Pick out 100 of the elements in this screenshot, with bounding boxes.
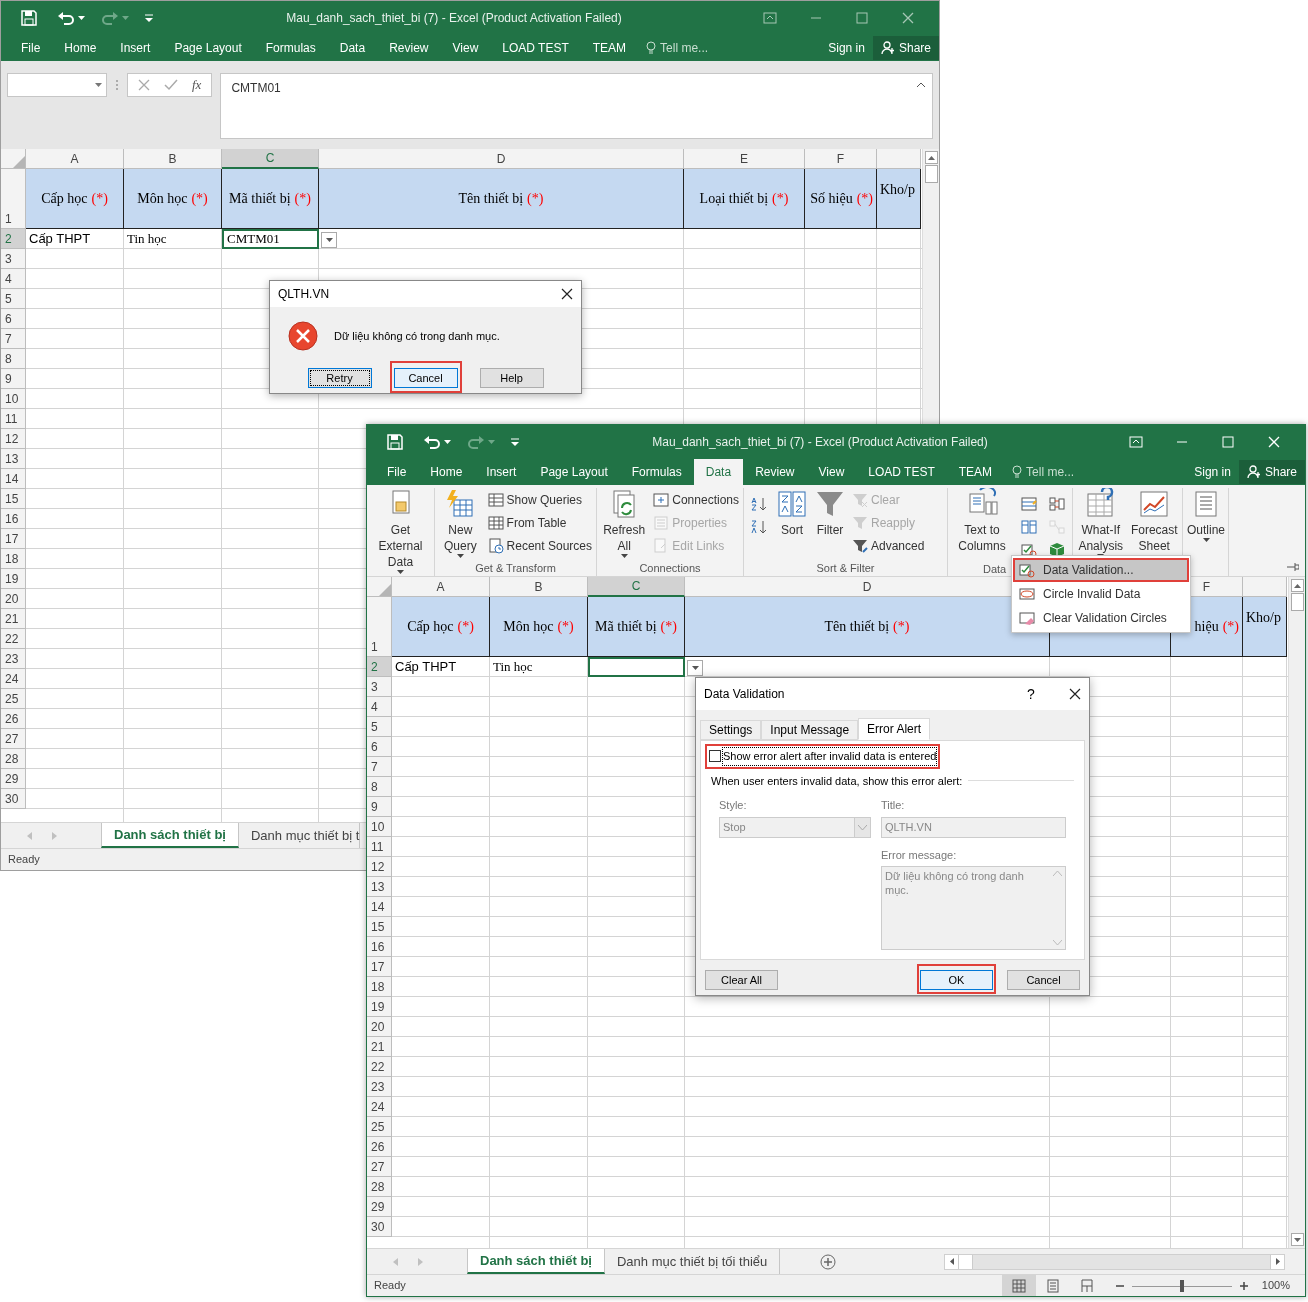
row-number[interactable]: 18 bbox=[367, 977, 392, 997]
pin-button[interactable] bbox=[1287, 562, 1299, 572]
column-header[interactable]: A bbox=[436, 577, 445, 596]
ribbon-button[interactable]: Text to Columns bbox=[950, 488, 1014, 554]
ribbon-button[interactable]: Outline bbox=[1185, 488, 1228, 542]
scroll-down-button[interactable] bbox=[1290, 1233, 1304, 1246]
scrollbar-thumb[interactable] bbox=[1290, 593, 1304, 611]
ribbon-tab[interactable]: Review bbox=[377, 35, 441, 61]
ribbon-button[interactable]: Sort bbox=[774, 488, 810, 538]
row-number[interactable]: 15 bbox=[367, 917, 392, 937]
row-number[interactable]: 20 bbox=[1, 589, 26, 609]
scroll-up-button[interactable] bbox=[924, 151, 938, 164]
row-number[interactable]: 23 bbox=[1, 649, 26, 669]
column-header[interactable]: B bbox=[168, 149, 177, 168]
row-number[interactable]: 2 bbox=[367, 657, 392, 677]
previous-sheet-button[interactable] bbox=[27, 831, 32, 840]
column-header[interactable]: C bbox=[265, 149, 275, 167]
column-header[interactable]: C bbox=[631, 577, 641, 595]
row-number[interactable]: 12 bbox=[367, 857, 392, 877]
row-number[interactable]: 4 bbox=[1, 269, 26, 289]
row-number[interactable]: 8 bbox=[1, 349, 26, 369]
ribbon-button[interactable]: Show Queries bbox=[485, 488, 594, 511]
dialog-button[interactable]: Retry bbox=[307, 368, 372, 389]
row-number[interactable]: 28 bbox=[367, 1177, 392, 1197]
ribbon-tab[interactable]: Home bbox=[52, 35, 109, 61]
row-number[interactable]: 17 bbox=[1, 529, 26, 549]
ribbon-button[interactable]: Connections bbox=[651, 488, 741, 511]
row-number[interactable]: 29 bbox=[1, 769, 26, 789]
scrollbar-thumb[interactable] bbox=[924, 165, 938, 183]
row-number[interactable]: 27 bbox=[1, 729, 26, 749]
row-number[interactable]: 5 bbox=[367, 717, 392, 737]
name-box[interactable] bbox=[7, 73, 107, 97]
close-button[interactable] bbox=[1069, 688, 1081, 700]
row-number[interactable]: 30 bbox=[1, 789, 26, 809]
row-number[interactable]: 28 bbox=[1, 749, 26, 769]
cancel-entry-button[interactable] bbox=[138, 79, 150, 91]
help-button[interactable]: ? bbox=[1021, 683, 1041, 705]
zoom-slider[interactable] bbox=[1131, 1279, 1232, 1292]
ribbon-tab[interactable]: Page Layout bbox=[162, 35, 254, 61]
dialog-button[interactable]: Cancel bbox=[1007, 970, 1080, 991]
ribbon-tab[interactable]: File bbox=[375, 459, 419, 485]
table-cell[interactable]: Cấp THPT bbox=[392, 657, 490, 677]
ribbon-tab[interactable]: Page Layout bbox=[528, 459, 620, 485]
formula-field[interactable]: CMTM01 bbox=[220, 73, 933, 139]
ribbon-tab[interactable]: TEAM bbox=[580, 35, 639, 61]
row-number[interactable]: 8 bbox=[367, 777, 392, 797]
row-number[interactable]: 3 bbox=[1, 249, 26, 269]
row-number[interactable]: 13 bbox=[1, 449, 26, 469]
row-number[interactable]: 10 bbox=[367, 817, 392, 837]
ribbon-tab[interactable]: Formulas bbox=[619, 459, 694, 485]
row-number[interactable]: 11 bbox=[1, 409, 26, 429]
row-number[interactable]: 21 bbox=[1, 609, 26, 629]
tell-me-field[interactable]: Tell me... bbox=[1004, 459, 1083, 485]
insert-function-button[interactable]: fx bbox=[192, 75, 202, 95]
row-number[interactable]: 16 bbox=[1, 509, 26, 529]
row-number[interactable]: 25 bbox=[367, 1117, 392, 1137]
row-number[interactable]: 6 bbox=[1, 309, 26, 329]
scrollbar-thumb[interactable] bbox=[959, 1254, 974, 1269]
ribbon-tab[interactable]: LOAD TEST bbox=[856, 459, 947, 485]
row-number[interactable]: 13 bbox=[367, 877, 392, 897]
ribbon-tab[interactable]: Home bbox=[418, 459, 475, 485]
ribbon-button[interactable]: Advanced bbox=[850, 534, 927, 557]
row-number[interactable]: 26 bbox=[1, 709, 26, 729]
row-number[interactable]: 30 bbox=[367, 1217, 392, 1237]
ribbon-tab[interactable]: TEAM bbox=[946, 459, 1005, 485]
row-number[interactable]: 27 bbox=[367, 1157, 392, 1177]
ribbon-tab[interactable]: Data bbox=[327, 35, 378, 61]
slider-thumb[interactable] bbox=[1179, 1279, 1184, 1292]
row-number[interactable]: 19 bbox=[367, 997, 392, 1017]
sign-in-link[interactable]: Sign in bbox=[1186, 459, 1239, 485]
column-header[interactable]: A bbox=[70, 149, 79, 168]
row-number[interactable]: 11 bbox=[367, 837, 392, 857]
row-number[interactable]: 14 bbox=[367, 897, 392, 917]
ribbon-tab[interactable]: Insert bbox=[108, 35, 163, 61]
next-sheet-button[interactable] bbox=[52, 831, 57, 840]
row-number[interactable]: 16 bbox=[367, 937, 392, 957]
table-cell[interactable]: Tin học bbox=[124, 229, 222, 249]
row-number[interactable]: 23 bbox=[367, 1077, 392, 1097]
row-number[interactable]: 24 bbox=[367, 1097, 392, 1117]
scroll-left-button[interactable] bbox=[945, 1254, 960, 1269]
row-number[interactable]: 12 bbox=[1, 429, 26, 449]
dialog-button[interactable]: Cancel bbox=[393, 368, 458, 389]
ribbon-button[interactable]: Get External Data bbox=[369, 488, 432, 574]
share-button[interactable]: Share bbox=[1238, 460, 1305, 484]
dialog-button[interactable]: Help bbox=[479, 368, 544, 389]
dialog-tab[interactable]: Error Alert bbox=[858, 718, 931, 740]
row-number[interactable]: 4 bbox=[367, 697, 392, 717]
row-number[interactable]: 18 bbox=[1, 549, 26, 569]
row-number[interactable]: 20 bbox=[367, 1017, 392, 1037]
column-header[interactable]: F bbox=[1202, 577, 1211, 596]
sheet-tab[interactable]: Danh sách thiết bị bbox=[101, 823, 239, 848]
tell-me-field[interactable]: Tell me... bbox=[638, 35, 717, 61]
close-button[interactable] bbox=[561, 288, 573, 300]
sheet-tab[interactable]: Danh sách thiết bị bbox=[467, 1249, 605, 1274]
ribbon-button[interactable]: Recent Sources bbox=[485, 534, 594, 557]
row-number[interactable]: 7 bbox=[1, 329, 26, 349]
normal-view-button[interactable] bbox=[1001, 1274, 1036, 1296]
row-number[interactable]: 25 bbox=[1, 689, 26, 709]
ribbon-tab[interactable]: Insert bbox=[474, 459, 529, 485]
ribbon-button[interactable]: Forecast Sheet bbox=[1128, 488, 1180, 554]
